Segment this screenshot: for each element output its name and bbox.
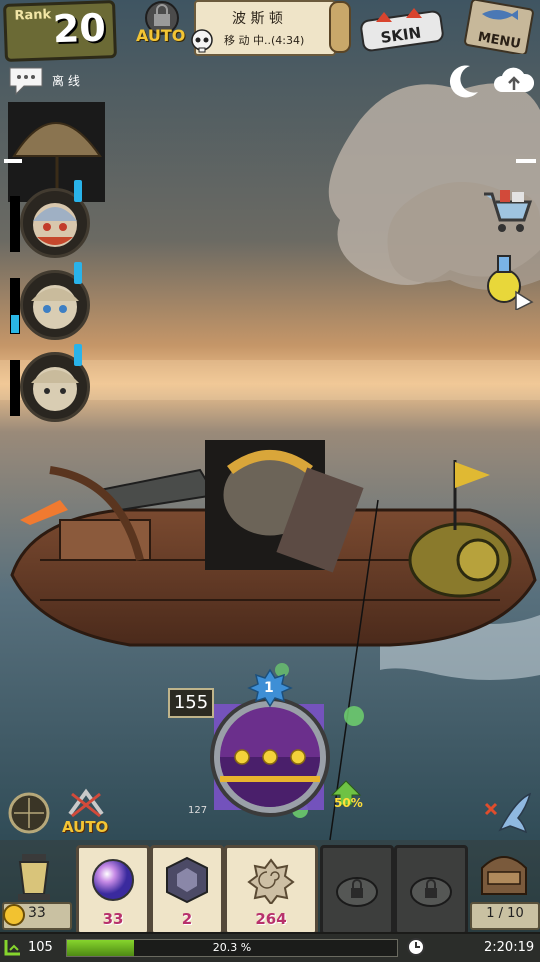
crew-avatar-3[interactable]: [6, 344, 90, 422]
tension-value: 155: [168, 688, 214, 718]
location-panel[interactable]: 波 斯 顿 移 动 中..(4:34): [191, 0, 336, 56]
clock-icon: [407, 938, 425, 956]
shell-icon: [247, 858, 295, 904]
potion-icon[interactable]: [480, 248, 536, 312]
rank-label: Rank: [14, 7, 52, 24]
dark-gem-icon: [166, 856, 208, 904]
rank-panel[interactable]: Rank 20: [3, 0, 117, 62]
auto-fish-button[interactable]: AUTO: [60, 788, 112, 838]
cloud-upload-icon[interactable]: [494, 62, 535, 98]
level-icon: [4, 940, 20, 956]
compass-icon[interactable]: [8, 792, 50, 834]
chat-bubble-icon[interactable]: [8, 64, 44, 96]
item-slot-1[interactable]: 33: [76, 845, 150, 935]
scroll-icon[interactable]: [326, 0, 354, 54]
item-count: 33: [102, 910, 124, 928]
bag-capacity-value: 1 / 10: [486, 906, 524, 921]
bag-icon[interactable]: [474, 848, 534, 902]
player-level: 105: [28, 940, 53, 955]
rank-value: 20: [52, 5, 107, 52]
status-bar: 105 20.3 % 2:20:19: [0, 932, 540, 962]
coin-icon: [3, 904, 25, 926]
travel-status: 移 动 中..(4:34): [224, 34, 305, 47]
depth-value: 127: [188, 805, 208, 816]
menu-button[interactable]: MENU: [460, 0, 536, 56]
location-name: 波 斯 顿: [232, 11, 283, 27]
fish-catch-icon[interactable]: [480, 790, 536, 838]
crew-energy-bar: [10, 196, 20, 252]
item-slot-5[interactable]: [394, 845, 468, 935]
auto-toggle-button[interactable]: AUTO: [120, 0, 204, 52]
alert-indicator-icon: [74, 180, 82, 202]
coin-count: 33: [28, 905, 46, 921]
xp-percent: 20.3 %: [212, 941, 252, 954]
bag-capacity: 1 / 10: [470, 902, 540, 930]
auto-label: AUTO: [136, 26, 186, 45]
crew-energy-bar: [10, 278, 20, 334]
lock-icon: [410, 877, 452, 907]
moon-icon[interactable]: [444, 62, 482, 100]
auto-label: AUTO: [62, 818, 109, 836]
clock-time: 2:20:19: [484, 940, 535, 955]
crew-avatar-1[interactable]: [6, 180, 90, 258]
coin-panel: 33: [2, 902, 72, 930]
alert-indicator-icon: [74, 262, 82, 284]
skull-icon: [191, 29, 213, 53]
skin-button[interactable]: SKIN: [358, 6, 448, 52]
alert-indicator-icon: [74, 344, 82, 366]
lock-icon: [336, 877, 378, 907]
xp-bar: 20.3 %: [66, 939, 398, 957]
tension-level: 1: [264, 680, 274, 696]
crew-avatar-2[interactable]: [6, 262, 90, 340]
lantern-icon[interactable]: [6, 850, 62, 902]
shopping-cart-icon[interactable]: [480, 184, 534, 236]
rainbow-orb-icon: [92, 859, 134, 901]
crew-energy-bar: [10, 360, 20, 416]
item-count: 2: [181, 910, 193, 928]
boost-percent: 50%: [334, 796, 363, 810]
chat-status-label: 离 线: [52, 74, 80, 88]
item-slot-2[interactable]: 2: [150, 845, 224, 935]
item-slot-3[interactable]: 264: [224, 845, 318, 935]
item-count: 264: [255, 910, 287, 928]
item-slot-4[interactable]: [320, 845, 394, 935]
